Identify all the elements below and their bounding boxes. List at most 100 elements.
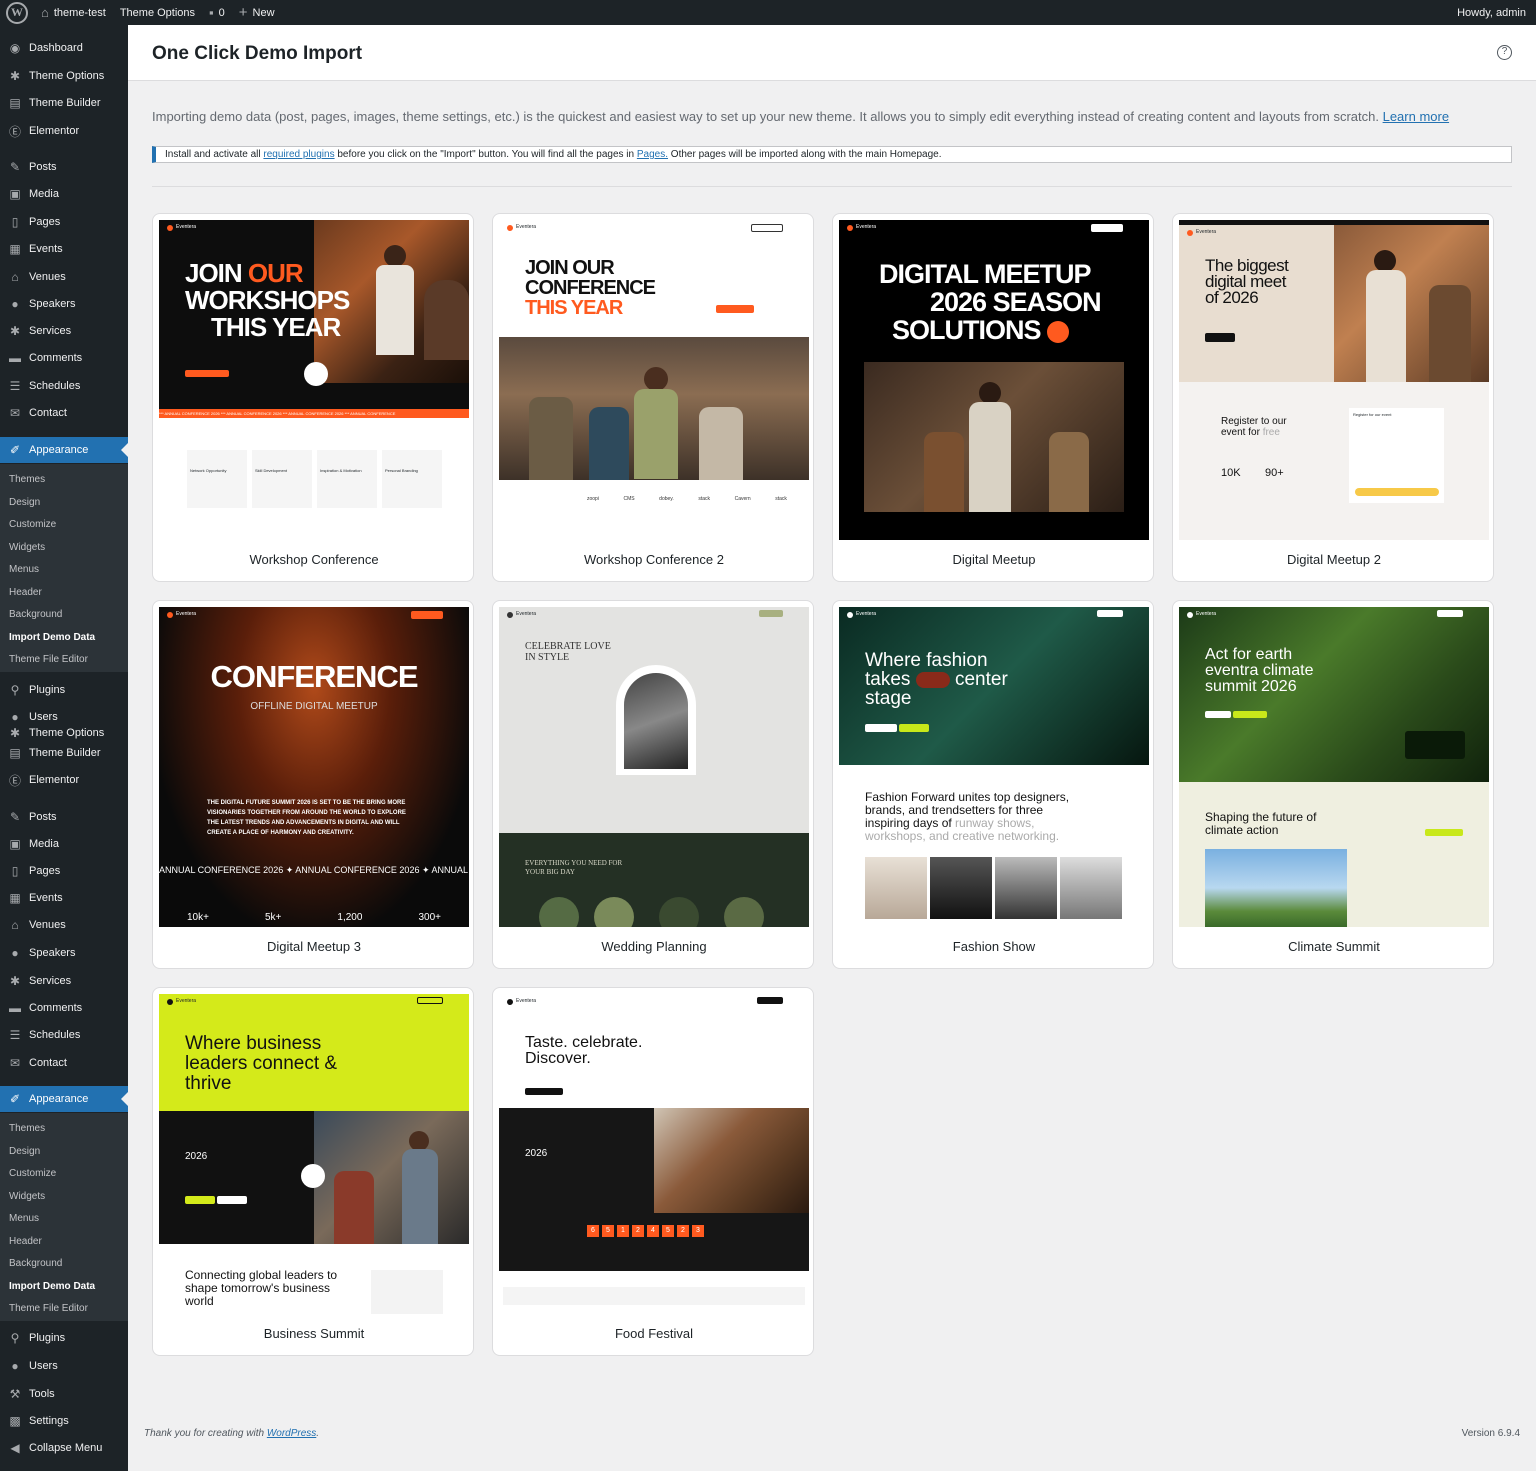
submenu-item-customize[interactable]: Customize [9,517,56,533]
sidebar-item-speakers[interactable]: ● Speakers [0,940,128,966]
sidebar-item-elementor[interactable]: Ⓔ Elementor [0,767,128,793]
theme-options-link[interactable]: Theme Options [113,0,202,25]
hero-subheading: OFFLINE DIGITAL MEETUP [250,701,378,712]
sidebar-item-comments[interactable]: ▬ Comments [0,345,128,371]
learn-more-link[interactable]: Learn more [1383,109,1449,124]
sidebar-item-contact[interactable]: ✉ Contact [0,400,128,426]
submenu-item-theme-file-editor[interactable]: Theme File Editor [9,652,88,668]
sidebar-item-events[interactable]: ▦ Events [0,236,128,262]
brand-logo-icon [507,999,513,1005]
cta-button [1097,610,1123,617]
wordpress-link[interactable]: WordPress [267,1428,316,1439]
sidebar-item-services[interactable]: ✱ Services [0,968,128,994]
demo-preview: Eventera Taste. celebrate. Discover. 202… [499,994,809,1314]
submenu-item-background[interactable]: Background [9,607,62,623]
demo-name: Wedding Planning [601,939,707,954]
sidebar-item-theme-builder[interactable]: ▤ Theme Builder [0,740,128,766]
sidebar-item-posts[interactable]: ✎ Posts [0,804,128,830]
sidebar-item-media[interactable]: ▣ Media [0,181,128,207]
sidebar-item-appearance[interactable]: ✐ Appearance [0,437,128,463]
user-icon: ● [11,1359,19,1373]
submenu-item-themes[interactable]: Themes [9,1121,45,1137]
sidebar-item-schedules[interactable]: ☰ Schedules [0,1022,128,1048]
submenu-item-customize[interactable]: Customize [9,1166,56,1182]
sidebar-item-label: Speakers [29,947,76,959]
demo-card-workshop-conference[interactable]: Eventera JOIN OUR WORKSHOPS THIS YEAR **… [152,213,474,582]
brush-icon: ✐ [9,1092,21,1106]
sidebar-item-venues[interactable]: ⌂ Venues [0,264,128,290]
submenu-item-theme-file-editor[interactable]: Theme File Editor [9,1301,88,1317]
submenu-item-menus[interactable]: Menus [9,1211,39,1227]
mail-icon: ✉ [9,406,21,420]
submenu-item-import-demo-data[interactable]: Import Demo Data [9,630,95,646]
sidebar-item-pages[interactable]: ▯ Pages [0,209,128,235]
sidebar-item-theme-options[interactable]: ✱ Theme Options [0,63,128,89]
demo-card-climate-summit[interactable]: Eventera Act for earth eventra climate s… [1172,600,1494,969]
submenu-item-header[interactable]: Header [9,585,42,601]
sidebar-item-tools[interactable]: ⚒ Tools [0,1381,128,1407]
demo-card-digital-meetup[interactable]: Eventera DIGITAL MEETUP 2026 SEASON SOLU… [832,213,1154,582]
submenu-item-import-demo-data[interactable]: Import Demo Data [9,1279,95,1295]
sidebar-item-schedules[interactable]: ☰ Schedules [0,373,128,399]
new-content-link[interactable]: + New [232,0,282,25]
sidebar-item-services[interactable]: ✱ Services [0,318,128,344]
demo-card-digital-meetup-2[interactable]: Eventera The biggest digital meet of 202… [1172,213,1494,582]
sidebar-item-events[interactable]: ▦ Events [0,885,128,911]
sidebar-item-label: Appearance [29,1093,89,1105]
sidebar-item-contact[interactable]: ✉ Contact [0,1050,128,1076]
sidebar-item-label: Media [29,188,59,200]
submenu-item-design[interactable]: Design [9,495,40,511]
sidebar-item-speakers[interactable]: ● Speakers [0,291,128,317]
submenu-item-themes[interactable]: Themes [9,472,45,488]
comments-link[interactable]: ▪ 0 [202,0,232,25]
sidebar-item-theme-builder[interactable]: ▤ Theme Builder [0,90,128,116]
partner-logos: zoopi CMS dobey. stack Cavern stack [587,496,787,502]
sidebar-item-label: Elementor [29,125,80,137]
submenu-item-design[interactable]: Design [9,1144,40,1160]
sidebar-item-dashboard[interactable]: ◉ Dashboard [0,35,128,61]
wordpress-logo-icon[interactable]: W [6,1,28,24]
cta-button [525,1088,563,1095]
sidebar-item-comments[interactable]: ▬ Comments [0,995,128,1021]
demo-preview: Eventera Where fashion takes center stag… [839,607,1149,927]
demo-preview: Eventera JOIN OUR WORKSHOPS THIS YEAR **… [159,220,469,540]
demo-card-wedding-planning[interactable]: Eventera CELEBRATE LOVE IN STYLE EVERYTH… [492,600,814,969]
demo-name: Food Festival [614,1326,694,1341]
demo-card-food-festival[interactable]: Eventera Taste. celebrate. Discover. 202… [492,987,814,1356]
account-link[interactable]: Howdy, admin [1450,0,1536,25]
collapse-icon: ◀ [10,1441,20,1455]
sidebar-item-users[interactable]: ● Users [0,1353,128,1379]
demo-card-workshop-conference-2[interactable]: Eventera JOIN OUR CONFERENCE THIS YEAR z… [492,213,814,582]
brush-icon: ✐ [9,443,21,457]
pages-link[interactable]: Pages. [637,149,668,160]
help-icon[interactable]: ? [1497,45,1512,60]
brand-name: Eventera [1196,611,1217,617]
demo-card-digital-meetup-3[interactable]: Eventera CONFERENCE OFFLINE DIGITAL MEET… [152,600,474,969]
demo-card-business-summit[interactable]: Eventera Where business leaders connect … [152,987,474,1356]
sidebar-item-pages[interactable]: ▯ Pages [0,858,128,884]
sidebar-item-elementor[interactable]: Ⓔ Elementor [0,118,128,144]
sidebar-item-posts[interactable]: ✎ Posts [0,154,128,180]
sidebar-item-media[interactable]: ▣ Media [0,831,128,857]
gear-icon: ✱ [9,974,21,988]
submenu-item-widgets[interactable]: Widgets [9,540,45,556]
submenu-item-background[interactable]: Background [9,1256,62,1272]
sidebar-item-plugins[interactable]: ⚲ Plugins [0,677,128,703]
sidebar-item-collapse-menu[interactable]: ◀ Collapse Menu [0,1435,128,1461]
home-icon: ⌂ [41,5,49,20]
demo-card-fashion-show[interactable]: Eventera Where fashion takes center stag… [832,600,1154,969]
site-name-link[interactable]: ⌂ theme-test [34,0,113,25]
required-plugins-link[interactable]: required plugins [263,149,334,160]
sidebar-item-plugins[interactable]: ⚲ Plugins [0,1325,128,1351]
appearance-submenu: Themes Design Customize Widgets Menus Header B… [0,464,128,672]
brand-name: Eventera [856,611,877,617]
submenu-item-header[interactable]: Header [9,1234,42,1250]
sidebar-item-label: Schedules [29,380,81,392]
sidebar-item-settings[interactable]: ▩ Settings [0,1408,128,1434]
builder-icon: ▤ [9,746,21,760]
submenu-item-menus[interactable]: Menus [9,562,39,578]
sidebar-item-label: Posts [29,811,57,823]
submenu-item-widgets[interactable]: Widgets [9,1189,45,1205]
sidebar-item-appearance[interactable]: ✐ Appearance [0,1086,128,1112]
sidebar-item-venues[interactable]: ⌂ Venues [0,912,128,938]
